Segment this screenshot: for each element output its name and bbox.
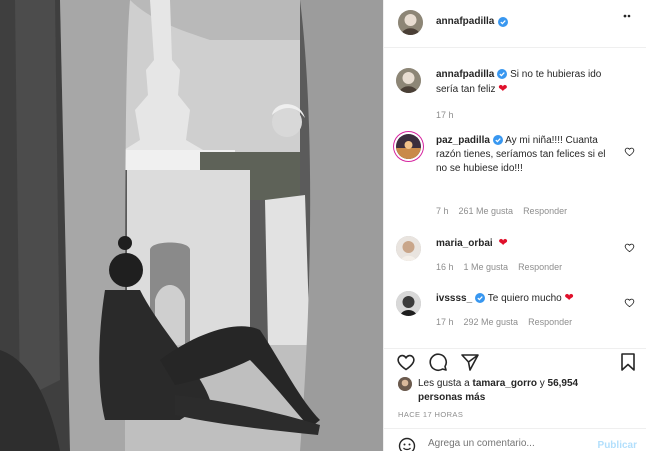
heart-emoji: ❤ (564, 292, 574, 304)
likes-prefix: Les gusta a (418, 378, 470, 389)
comment-time[interactable]: 17 h (436, 317, 454, 327)
comment-avatar[interactable] (396, 291, 421, 316)
smiley-icon[interactable] (398, 437, 416, 451)
comment-likes[interactable]: 1 Me gusta (464, 262, 509, 272)
heart-icon[interactable] (624, 146, 635, 157)
photo-scene (0, 0, 383, 451)
add-comment-bar: Publicar (384, 428, 646, 451)
heart-emoji: ❤ (498, 83, 508, 95)
heart-icon[interactable] (624, 242, 635, 253)
comment-icon[interactable] (428, 352, 448, 372)
caption-time[interactable]: 17 h (436, 110, 454, 120)
verified-badge-icon (497, 69, 508, 80)
comment-username[interactable]: maria_orbai (436, 238, 493, 249)
caption-username[interactable]: annafpadilla (436, 69, 494, 80)
likes-text: Les gusta a tamara_gorro y 56,954 person… (418, 377, 618, 405)
comment-likes[interactable]: 261 Me gusta (459, 206, 514, 216)
heart-icon[interactable] (396, 352, 416, 372)
caption-avatar[interactable] (396, 68, 421, 93)
comment-meta: 17 h 292 Me gusta Responder (436, 317, 572, 327)
heart-icon[interactable] (624, 297, 635, 308)
comment-meta: 7 h 261 Me gusta Responder (436, 206, 567, 216)
paper-plane-icon[interactable] (460, 352, 480, 372)
author-username[interactable]: annafpadilla (436, 16, 494, 27)
comment-body: maria_orbai ❤ (436, 236, 616, 251)
comment-avatar[interactable] (396, 134, 421, 159)
comment-likes[interactable]: 292 Me gusta (464, 317, 519, 327)
comment-meta: 16 h 1 Me gusta Responder (436, 262, 562, 272)
liker-avatar[interactable] (398, 377, 412, 391)
reply-button[interactable]: Responder (518, 262, 562, 272)
comment-body: paz_padilla Ay mi niña!!!! Cuanta razón … (436, 134, 616, 176)
verified-badge-icon (475, 293, 486, 304)
caption-meta: 17 h (436, 110, 454, 120)
comment-time[interactable]: 7 h (436, 206, 449, 216)
post-time[interactable]: HACE 17 HORAS (398, 410, 463, 419)
likes-joiner: y (539, 378, 545, 389)
reply-button[interactable]: Responder (528, 317, 572, 327)
post-header: annafpadilla (384, 0, 646, 48)
action-bar (384, 348, 646, 378)
bookmark-icon[interactable] (618, 352, 638, 372)
comment-body: ivssss_ Te quiero mucho ❤ (436, 291, 616, 306)
comment-avatar[interactable] (396, 236, 421, 261)
comment-time[interactable]: 16 h (436, 262, 454, 272)
heart-emoji: ❤ (498, 237, 508, 249)
reply-button[interactable]: Responder (523, 206, 567, 216)
close-icon[interactable] (621, 12, 637, 28)
author-name-row: annafpadilla (436, 16, 509, 27)
comment-text: Te quiero mucho (487, 293, 562, 304)
comment-input[interactable] (428, 438, 588, 449)
verified-badge-icon (492, 135, 503, 146)
comment-username[interactable]: paz_padilla (436, 135, 490, 146)
verified-badge-icon (498, 16, 509, 27)
publish-button[interactable]: Publicar (598, 440, 637, 451)
author-avatar[interactable] (398, 10, 423, 35)
caption-body: annafpadilla Si no te hubieras ido sería… (436, 68, 616, 97)
liker-username[interactable]: tamara_gorro (473, 378, 537, 389)
post-detail-panel: annafpadilla annafpadilla Si no te hubie… (383, 0, 646, 451)
comments-list: annafpadilla Si no te hubieras ido sería… (384, 48, 646, 348)
comment-username[interactable]: ivssss_ (436, 293, 472, 304)
post-photo[interactable] (0, 0, 383, 451)
